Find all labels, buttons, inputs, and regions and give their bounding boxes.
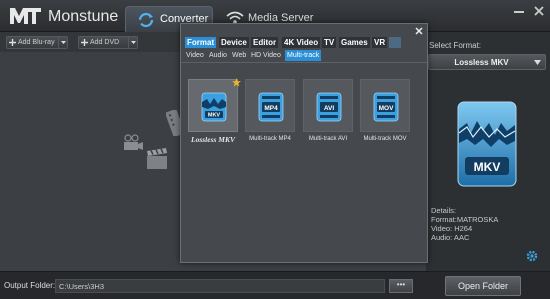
tab-vr[interactable]: VR	[372, 37, 388, 48]
browse-button[interactable]: •••	[389, 279, 413, 293]
star-icon	[232, 78, 241, 87]
format-item-multi-track-avi[interactable]: AVI Multi-track AVI	[303, 79, 353, 154]
format-dialog: Format Device Editor 4K Video TV Games V…	[180, 23, 428, 263]
open-folder-button[interactable]: Open Folder	[445, 276, 521, 296]
close-icon[interactable]	[532, 4, 546, 18]
format-name: Multi-track MOV	[363, 136, 407, 142]
subtab-hd-video[interactable]: HD Video	[249, 50, 283, 61]
mkv-icon: MKV	[201, 92, 227, 122]
details-format: Format:MATROSKA	[431, 215, 499, 224]
add-dvd-label: Add DVD	[90, 39, 120, 46]
subtab-video[interactable]: Video	[184, 50, 206, 61]
add-dvd-button[interactable]: Add DVD	[78, 36, 138, 49]
close-icon[interactable]	[413, 25, 425, 37]
tab-editor[interactable]: Editor	[251, 37, 279, 48]
gear-icon[interactable]	[526, 250, 538, 262]
mkv-format-icon: MKV	[457, 101, 517, 187]
mp4-badge: MP4	[264, 105, 278, 112]
details-audio: Audio: AAC	[431, 233, 470, 242]
format-item-multi-track-mov[interactable]: MOV Multi-track MOV	[360, 79, 410, 154]
output-folder-label: Output Folder:	[4, 281, 56, 290]
add-bluray-dropdown[interactable]	[58, 37, 67, 48]
plus-icon	[9, 39, 16, 46]
plus-icon	[81, 39, 88, 46]
format-panel: Select Format: Lossless MKV MKV Details:…	[426, 32, 550, 271]
tab-games[interactable]: Games	[339, 37, 370, 48]
avi-badge: AVI	[324, 105, 335, 112]
mp4-icon: MP4	[258, 92, 284, 122]
mov-badge: MOV	[379, 105, 394, 112]
subcategory-tabs: Video Audio Web HD Video Multi-track	[181, 50, 427, 62]
format-tile[interactable]: AVI	[303, 79, 353, 132]
minimize-icon[interactable]	[512, 4, 526, 18]
video-camera-icon	[124, 134, 143, 150]
bottom-bar: Output Folder: C:\Users\3H3 ••• Open Fol…	[0, 271, 550, 299]
avi-icon: AVI	[316, 92, 342, 122]
dialog-divider	[181, 62, 427, 63]
format-tile[interactable]: MKV	[188, 79, 238, 132]
chevron-down-icon	[534, 60, 541, 65]
subtab-audio[interactable]: Audio	[207, 50, 229, 61]
format-item-multi-track-mp4[interactable]: MP4 Multi-track MP4	[245, 79, 295, 154]
tab-more[interactable]	[389, 37, 401, 48]
clapperboard-icon	[147, 148, 167, 169]
add-bluray-button[interactable]: Add Blu-ray	[6, 36, 68, 49]
format-tile[interactable]: MOV	[360, 79, 410, 132]
mov-icon: MOV	[373, 92, 399, 122]
add-bluray-label: Add Blu-ray	[18, 39, 55, 46]
format-select-value: Lossless MKV	[454, 58, 509, 67]
details-video: Video: H264	[431, 224, 473, 233]
tab-device[interactable]: Device	[219, 37, 249, 48]
format-tile[interactable]: MP4	[245, 79, 295, 132]
format-item-lossless-mkv[interactable]: MKV Lossless MKV	[188, 78, 241, 154]
format-select[interactable]: Lossless MKV	[428, 54, 546, 70]
app-logo	[10, 8, 41, 24]
output-folder-input[interactable]: C:\Users\3H3	[55, 279, 385, 293]
app-name: Monstune	[48, 8, 119, 25]
chevron-down-icon	[131, 41, 136, 44]
details-heading: Details:	[431, 206, 457, 215]
select-format-label: Select Format:	[429, 41, 482, 50]
mkv-badge: MKV	[208, 113, 221, 119]
tab-format[interactable]: Format	[185, 37, 217, 48]
mkv-badge-text: MKV	[474, 160, 501, 174]
tab-4k-video[interactable]: 4K Video	[282, 37, 321, 48]
subtab-multi-track[interactable]: Multi-track	[285, 50, 322, 61]
subtab-web[interactable]: Web	[230, 50, 248, 61]
add-dvd-dropdown[interactable]	[128, 37, 137, 48]
tab-tv[interactable]: TV	[322, 37, 337, 48]
format-details: Details: Format:MATROSKA Video: H264 Aud…	[431, 206, 498, 242]
refresh-icon	[138, 12, 154, 28]
chevron-down-icon	[61, 41, 66, 44]
